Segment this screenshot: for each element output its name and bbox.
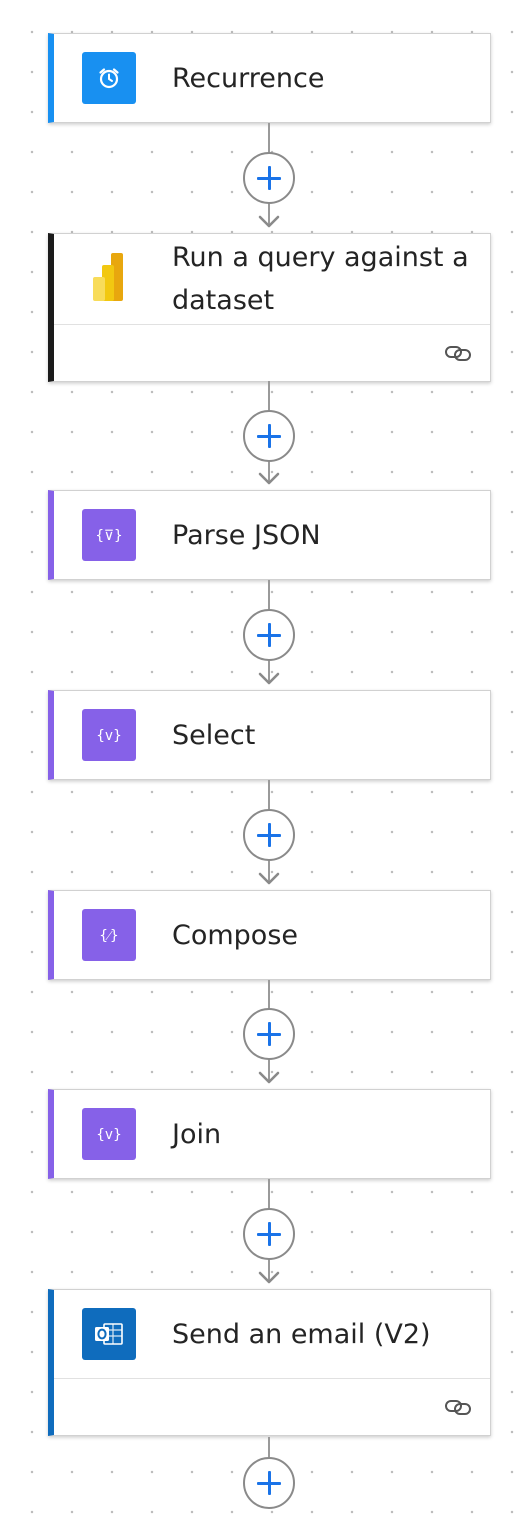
connector-line <box>268 1437 270 1457</box>
arrow-down-icon <box>258 472 280 485</box>
power-bi-icon <box>82 252 136 304</box>
step-card-send-email[interactable]: Send an email (V2) <box>48 1289 491 1436</box>
link-icon[interactable] <box>444 342 472 364</box>
add-action-button[interactable] <box>243 1008 295 1060</box>
data-operation-icon: {⊽} <box>82 509 136 561</box>
step-card-parse-json[interactable]: {⊽} Parse JSON <box>48 490 491 580</box>
step-title: Run a query against a dataset <box>172 242 469 316</box>
svg-text:{⁄}: {⁄} <box>99 928 118 944</box>
add-action-button[interactable] <box>243 410 295 462</box>
link-icon[interactable] <box>444 1396 472 1418</box>
step-title: Send an email (V2) <box>172 1318 431 1350</box>
outlook-icon <box>82 1308 136 1360</box>
step-title: Compose <box>172 919 299 951</box>
svg-text:{v}: {v} <box>96 1127 121 1143</box>
arrow-down-icon <box>258 1071 280 1084</box>
step-title: Recurrence <box>172 62 325 94</box>
step-card-run-query[interactable]: Run a query against a dataset <box>48 233 491 382</box>
arrow-down-icon <box>258 215 280 228</box>
data-operation-icon: {⁄} <box>82 909 136 961</box>
step-card-recurrence[interactable]: Recurrence <box>48 33 491 123</box>
add-action-button[interactable] <box>243 152 295 204</box>
step-title: Select <box>172 719 256 751</box>
step-card-join[interactable]: {v} Join <box>48 1089 491 1179</box>
arrow-down-icon <box>258 1271 280 1284</box>
svg-text:{⊽}: {⊽} <box>95 528 122 544</box>
arrow-down-icon <box>258 872 280 885</box>
step-title: Join <box>172 1118 222 1150</box>
add-action-button[interactable] <box>243 1208 295 1260</box>
data-operation-icon: {v} <box>82 709 136 761</box>
step-card-select[interactable]: {v} Select <box>48 690 491 780</box>
add-action-button[interactable] <box>243 1457 295 1509</box>
add-action-button[interactable] <box>243 809 295 861</box>
arrow-down-icon <box>258 672 280 685</box>
add-action-button[interactable] <box>243 609 295 661</box>
alarm-clock-icon <box>82 52 136 104</box>
step-title: Parse JSON <box>172 519 321 551</box>
svg-text:{v}: {v} <box>96 728 121 744</box>
data-operation-icon: {v} <box>82 1108 136 1160</box>
step-card-compose[interactable]: {⁄} Compose <box>48 890 491 980</box>
